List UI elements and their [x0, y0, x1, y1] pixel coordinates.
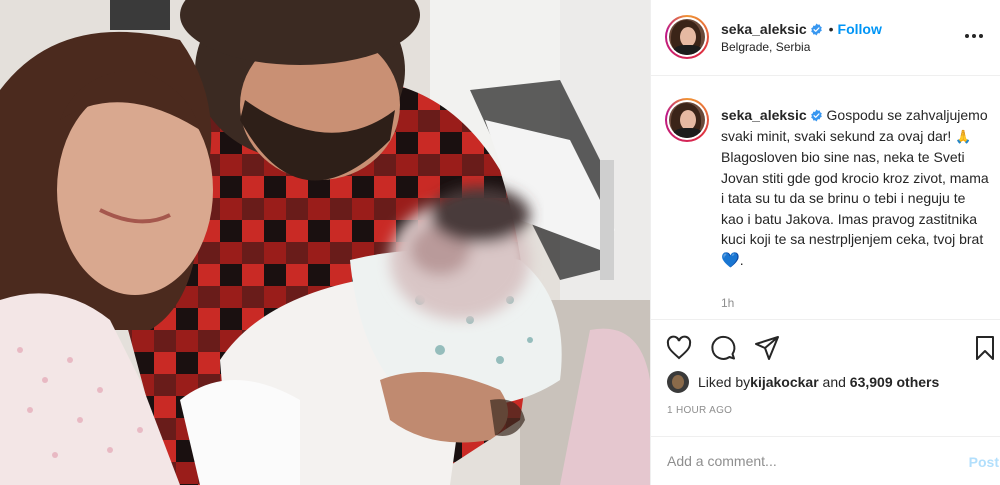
post-comment-button[interactable]: Post [969, 454, 999, 470]
blue-heart-icon: 💙 [721, 251, 740, 269]
follow-button[interactable]: Follow [838, 21, 882, 37]
more-options-icon[interactable] [963, 26, 985, 46]
post-timestamp[interactable]: 1 HOUR AGO [667, 405, 732, 416]
likes-count-link[interactable]: 63,909 others [850, 374, 940, 390]
bookmark-icon[interactable] [971, 334, 999, 362]
verified-badge-icon [810, 23, 822, 36]
header-user-line: seka_aleksic • Follow [721, 21, 882, 37]
share-icon[interactable] [753, 334, 781, 362]
caption-age: 1h [721, 296, 735, 310]
likes-middle: and [818, 374, 850, 390]
praying-hands-icon: 🙏 [955, 128, 972, 144]
photo-illustration [0, 0, 650, 485]
liker-avatar[interactable] [667, 371, 689, 393]
add-comment-bar: Post [651, 436, 1000, 485]
caption-text-2: Blagosloven bio sine nas, neka te Sveti … [721, 149, 989, 247]
caption-avatar[interactable] [665, 98, 709, 142]
avatar[interactable] [665, 15, 709, 59]
heart-icon[interactable] [665, 334, 693, 362]
post-photo[interactable] [0, 0, 650, 485]
comment-icon[interactable] [709, 334, 737, 362]
instagram-post: seka_aleksic • Follow Belgrade, Serbia sek… [0, 0, 1000, 485]
post-side-panel: seka_aleksic • Follow Belgrade, Serbia sek… [650, 0, 1000, 485]
likes-prefix: Liked by [698, 374, 751, 390]
username-link[interactable]: seka_aleksic [721, 21, 807, 37]
post-header: seka_aleksic • Follow Belgrade, Serbia [651, 0, 1000, 76]
post-caption: seka_aleksic Gospodu se zahvaljujemo sva… [721, 105, 991, 270]
liker-username-link[interactable]: kijakockar [750, 374, 819, 390]
comment-input[interactable] [667, 453, 927, 469]
location-link[interactable]: Belgrade, Serbia [721, 40, 810, 54]
caption-text-end: . [739, 251, 744, 268]
separator-dot: • [828, 21, 834, 37]
caption-username-link[interactable]: seka_aleksic [721, 107, 807, 123]
likes-summary: Liked by ​kijakockar and 63,909 others [667, 370, 939, 394]
verified-badge-icon [810, 109, 822, 122]
comments-section: seka_aleksic Gospodu se zahvaljujemo sva… [651, 77, 1000, 320]
action-bar [651, 330, 1000, 366]
